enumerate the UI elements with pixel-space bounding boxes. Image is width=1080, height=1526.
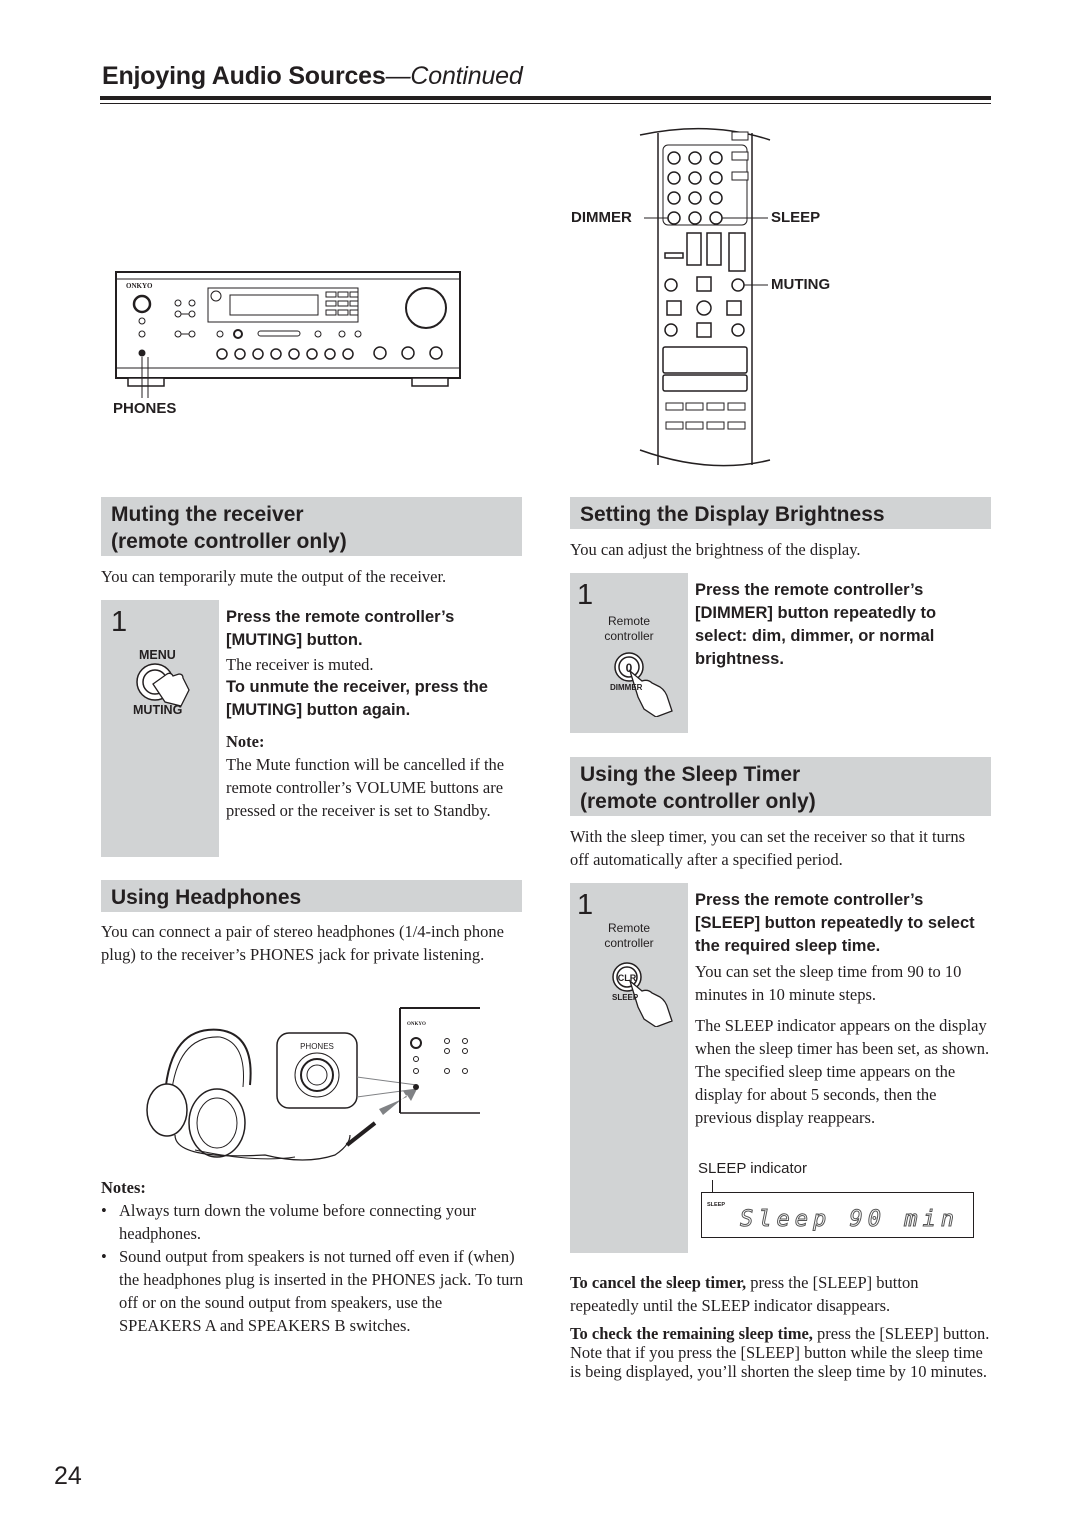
page-title-continued: —Continued [385, 62, 523, 90]
headphones-note-item: • Sound output from speakers is not turne… [101, 1247, 524, 1335]
muting-heading-line1: Muting the receiver [111, 503, 304, 526]
remote-control [639, 127, 771, 467]
sleep-display-text: Sleep 90 min [740, 1207, 959, 1233]
headphones-connection-diagram: PHONES ONKYO [146, 1007, 480, 1161]
brightness-step-number: 1 [577, 579, 594, 611]
page-number: 24 [54, 1462, 82, 1490]
receiver-brand: ONKYO [126, 282, 153, 290]
sleep-indicator-text: The SLEEP indicator appears on the displ… [695, 1016, 990, 1127]
page-title-main: Enjoying Audio Sources [102, 62, 386, 90]
sleep-callout: SLEEP [771, 209, 821, 226]
sleep-display-panel: SLEEP Sleep 90 min [701, 1192, 974, 1238]
header-rule-thick [100, 96, 991, 100]
brightness-step-box: 1 Remote controller 0 DIMMER [570, 573, 688, 733]
header-rule-thin [100, 103, 991, 104]
headphones-note-text: Sound output from speakers is not turned… [119, 1247, 524, 1335]
muting-label: MUTING [133, 703, 183, 717]
sleep-cancel-bold: To cancel the sleep timer, [570, 1273, 747, 1292]
muting-note-text: The Mute function will be cancelled if t… [226, 755, 505, 820]
dimmer-sub-label: DIMMER [610, 683, 643, 692]
svg-text:ONKYO: ONKYO [407, 1022, 426, 1027]
sleep-step-number: 1 [577, 889, 594, 921]
phones-callout: PHONES [113, 400, 177, 417]
sleep-intro: With the sleep timer, you can set the re… [570, 827, 966, 869]
brightness-heading: Setting the Display Brightness [570, 497, 991, 529]
dimmer-key-icon [688, 211, 702, 225]
headphones-note-text: Always turn down the volume before conne… [119, 1201, 476, 1243]
remote-illustration: DIMMER SLEEP MUTING [570, 125, 850, 470]
brightness-intro: You can adjust the brightness of the dis… [570, 540, 861, 559]
sleep-range-text: You can set the sleep time from 90 to 10… [695, 962, 962, 1004]
headphones-notes-title: Notes: [101, 1178, 146, 1197]
muting-callout: MUTING [771, 276, 831, 293]
sleep-instruction: Press the remote controller’s [SLEEP] bu… [695, 891, 975, 955]
muting-result: The receiver is muted. [226, 655, 374, 674]
sleep-step-caption: Remote controller [604, 921, 654, 950]
muting-key-icon [731, 278, 745, 292]
muting-intro: You can temporarily mute the output of t… [101, 567, 447, 586]
muting-heading-line2: (remote controller only) [111, 530, 347, 553]
brightness-instruction: Press the remote controller’s [DIMMER] b… [695, 581, 937, 668]
sleep-check-bold: To check the remaining sleep time, [570, 1324, 813, 1343]
muting-heading: Muting the receiver (remote controller o… [101, 497, 522, 556]
sleep-heading-line2: (remote controller only) [580, 790, 816, 813]
sleep-heading: Using the Sleep Timer (remote controller… [570, 757, 991, 816]
headphones-intro: You can connect a pair of stereo headpho… [101, 922, 504, 964]
headphones-illustration: PHONES ONKYO [135, 1005, 485, 1170]
muting-step-content: Press the remote controller’s [MUTING] b… [226, 606, 524, 822]
sleep-sub-label: SLEEP [612, 993, 639, 1002]
sleep-indicator-caption: SLEEP indicator [698, 1160, 807, 1177]
receiver-front-panel: ONKYO [115, 271, 461, 398]
sleep-cancel-paragraph: To cancel the sleep timer, press the [SL… [570, 1271, 990, 1317]
sleep-step-content: Press the remote controller’s [SLEEP] bu… [695, 889, 990, 1129]
dimmer-callout: DIMMER [571, 209, 632, 226]
phones-jack-icon [138, 349, 146, 357]
sleep-step-box: 1 Remote controller CLR SLEEP [570, 883, 688, 1253]
sleep-button-label: CLR [618, 973, 637, 983]
headphones-notes-list: • Always turn down the volume before conn… [101, 1199, 525, 1337]
muting-note-title: Note: [226, 732, 265, 751]
muting-instruction: Press the remote controller’s [MUTING] b… [226, 608, 455, 649]
menu-label: MENU [139, 648, 176, 662]
brightness-step-caption: Remote controller [604, 614, 654, 643]
headphone-earcup-left [146, 1083, 188, 1137]
headphones-heading: Using Headphones [101, 880, 522, 912]
sleep-check-paragraph: To check the remaining sleep time, press… [570, 1324, 992, 1381]
sleep-key-icon [709, 211, 723, 225]
muting-step-number: 1 [111, 606, 128, 638]
phones-closeup-label: PHONES [300, 1042, 334, 1051]
unmute-instruction: To unmute the receiver, press the [MUTIN… [226, 678, 488, 719]
sleep-heading-line1: Using the Sleep Timer [580, 763, 801, 786]
sleep-display-indicator: SLEEP [707, 1202, 726, 1208]
headphones-note-item: • Always turn down the volume before conn… [101, 1199, 525, 1245]
page-title: Enjoying Audio Sources—Continued [102, 62, 523, 91]
muting-step-box: 1 MENU MUTING [101, 600, 219, 857]
receiver-illustration: ONKYO PHONES [112, 268, 464, 418]
phone-plug-icon [345, 1121, 377, 1147]
